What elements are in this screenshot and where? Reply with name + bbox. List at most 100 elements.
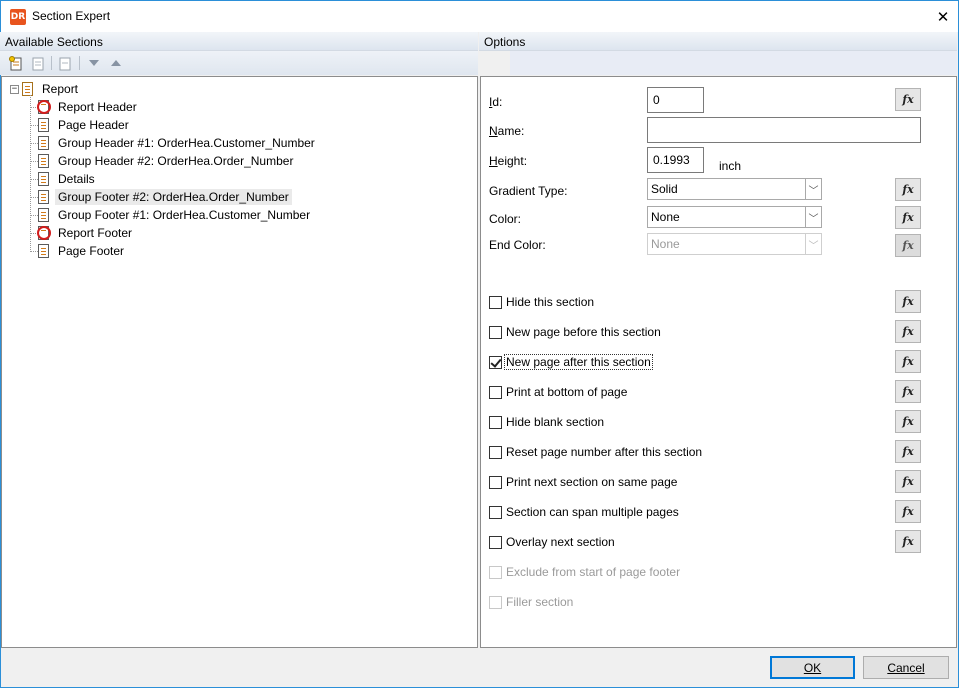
color-select[interactable]: None ﹀ (647, 206, 822, 228)
tree-item[interactable]: Group Header #1: OrderHea.Customer_Numbe… (38, 134, 318, 152)
window-title: Section Expert (32, 9, 111, 23)
section-icon (38, 172, 49, 186)
option-checkbox-row[interactable]: Hide blank section (489, 414, 605, 430)
formula-icon: fx (902, 415, 914, 428)
gradient-type-select[interactable]: Solid ﹀ (647, 178, 822, 200)
gradient-type-formula-button[interactable]: fx (895, 178, 921, 201)
option-formula-button[interactable]: fx (895, 440, 921, 463)
close-button[interactable]: ✕ (926, 1, 959, 32)
tree-item-label: Page Header (58, 118, 129, 132)
insert-section-icon (9, 55, 22, 70)
tree-item[interactable]: Group Footer #1: OrderHea.Customer_Numbe… (38, 206, 313, 224)
tree-item[interactable]: Group Footer #2: OrderHea.Order_Number (38, 188, 292, 206)
height-field[interactable] (647, 147, 704, 173)
options-header: Options (479, 32, 957, 51)
move-down-button[interactable] (86, 55, 102, 71)
formula-icon: fx (902, 505, 914, 518)
tree-item-label: Details (58, 172, 95, 186)
tree-item[interactable]: Page Header (38, 116, 132, 134)
section-icon (38, 208, 49, 222)
option-checkbox[interactable] (489, 505, 502, 519)
cancel-label: Cancel (887, 660, 925, 675)
tree-connector (30, 215, 38, 216)
option-formula-button[interactable]: fx (895, 320, 921, 343)
option-checkbox[interactable] (489, 445, 502, 459)
option-checkbox-row[interactable]: Overlay next section (489, 534, 616, 550)
option-checkbox[interactable] (489, 475, 502, 489)
option-formula-button[interactable]: fx (895, 380, 921, 403)
merge-section-button[interactable] (57, 55, 73, 71)
formula-icon: fx (902, 535, 914, 548)
option-checkbox-label: Print next section on same page (506, 475, 678, 489)
option-checkbox (489, 565, 502, 579)
tree-item[interactable]: Group Header #2: OrderHea.Order_Number (38, 152, 296, 170)
formula-icon: fx (902, 475, 914, 488)
suppressed-section-icon (37, 226, 51, 240)
option-checkbox-row[interactable]: New page before this section (489, 324, 662, 340)
tree-item[interactable]: Report Footer (37, 224, 135, 242)
cancel-button[interactable]: Cancel (863, 656, 949, 679)
option-checkbox-row[interactable]: Reset page number after this section (489, 444, 703, 460)
tree-item[interactable]: Report Header (37, 98, 140, 116)
end-color-label: End Color: (489, 238, 546, 252)
height-unit: inch (719, 159, 742, 173)
option-checkbox-row[interactable]: Print at bottom of page (489, 384, 628, 400)
option-formula-button[interactable]: fx (895, 290, 921, 313)
merge-section-icon (59, 57, 71, 70)
option-checkbox[interactable] (489, 325, 502, 339)
tree-item-label: Report Footer (58, 226, 133, 240)
tree-item-label: Report Header (58, 100, 137, 114)
section-icon (38, 118, 49, 132)
delete-section-button[interactable] (30, 55, 46, 71)
insert-section-button[interactable] (8, 55, 24, 71)
option-checkbox[interactable] (489, 385, 502, 399)
color-value: None (651, 210, 680, 224)
option-checkbox-label: Hide blank section (506, 415, 605, 429)
tree-item[interactable]: Details (38, 170, 98, 188)
option-checkbox[interactable] (489, 415, 502, 429)
tree-item-label: Group Header #1: OrderHea.Customer_Numbe… (58, 136, 315, 150)
option-checkbox[interactable] (489, 535, 502, 549)
formula-icon: fx (902, 295, 914, 308)
option-checkbox-row[interactable]: Hide this section (489, 294, 595, 310)
option-formula-button[interactable]: fx (895, 470, 921, 493)
id-label: Id: (489, 95, 503, 109)
sections-tree[interactable]: − Report Report Header Page Header Group H… (1, 76, 478, 648)
option-checkbox-row: Filler section (489, 594, 574, 610)
end-color-select: None ﹀ (647, 233, 822, 255)
app-icon: DR (10, 9, 26, 25)
ok-button[interactable]: OK (770, 656, 855, 679)
tree-item-label: Group Footer #2: OrderHea.Order_Number (55, 189, 292, 205)
move-up-button[interactable] (108, 55, 124, 71)
ok-label: OK (803, 660, 822, 675)
option-checkbox[interactable] (489, 355, 502, 369)
chevron-down-icon: ﹀ (805, 234, 821, 254)
collapse-icon[interactable]: − (10, 85, 19, 94)
option-checkbox-label: New page after this section (504, 354, 653, 370)
move-down-icon (89, 60, 99, 66)
end-color-formula-button: fx (895, 234, 921, 257)
tree-connector (30, 251, 38, 252)
option-checkbox-label: Print at bottom of page (506, 385, 628, 399)
option-checkbox-label: Overlay next section (506, 535, 615, 549)
tree-connector (30, 161, 38, 162)
tree-item-label: Group Header #2: OrderHea.Order_Number (58, 154, 294, 168)
option-formula-button[interactable]: fx (895, 500, 921, 523)
name-field[interactable] (647, 117, 921, 143)
chevron-down-icon: ﹀ (805, 207, 821, 227)
id-field[interactable] (647, 87, 704, 113)
option-formula-button[interactable]: fx (895, 530, 921, 553)
option-formula-button[interactable]: fx (895, 410, 921, 433)
id-formula-button[interactable]: fx (895, 88, 921, 111)
option-checkbox-row[interactable]: Section can span multiple pages (489, 504, 680, 520)
available-sections-header: Available Sections (0, 32, 478, 51)
color-formula-button[interactable]: fx (895, 206, 921, 229)
delete-section-icon (32, 57, 44, 70)
tree-item[interactable]: Page Footer (38, 242, 127, 260)
option-checkbox-label: Filler section (506, 595, 574, 609)
option-formula-button[interactable]: fx (895, 350, 921, 373)
formula-icon: fx (902, 183, 914, 196)
option-checkbox-row[interactable]: New page after this section (489, 354, 653, 370)
option-checkbox-row[interactable]: Print next section on same page (489, 474, 678, 490)
option-checkbox[interactable] (489, 295, 502, 309)
